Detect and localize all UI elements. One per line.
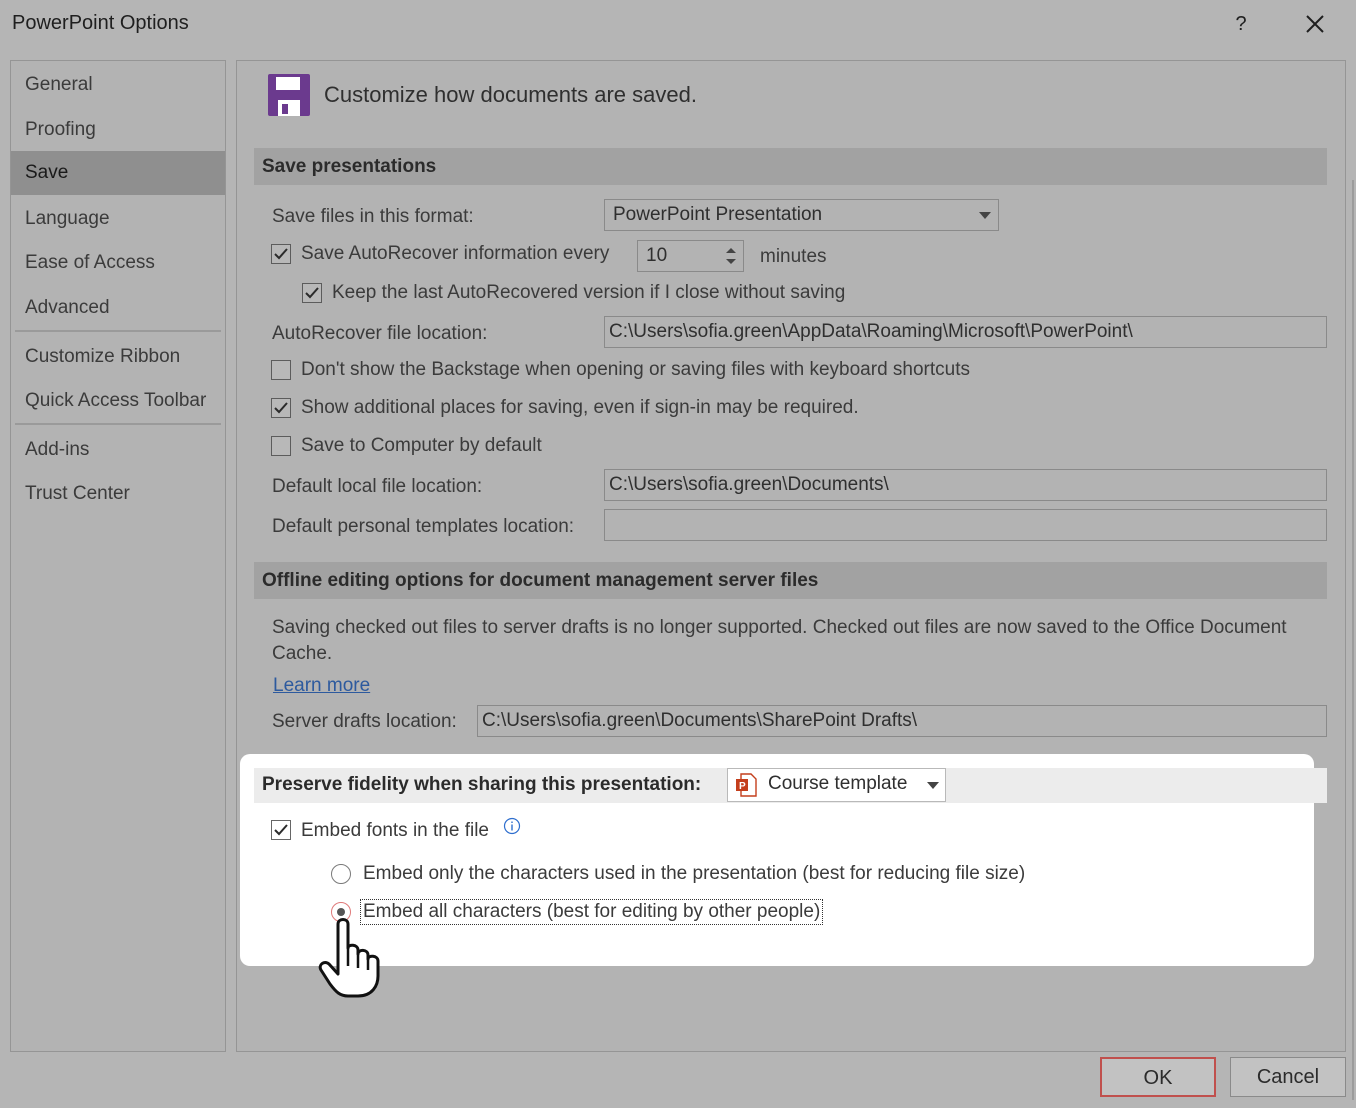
spinner-arrows-icon[interactable] bbox=[724, 244, 738, 268]
default-local-input[interactable]: C:\Users\sofia.green\Documents\ bbox=[604, 469, 1327, 501]
sidebar-divider bbox=[15, 330, 221, 332]
fidelity-presentation-value: Course template bbox=[768, 773, 908, 794]
svg-text:P: P bbox=[739, 781, 746, 792]
window-title: PowerPoint Options bbox=[12, 12, 189, 34]
learn-more-link[interactable]: Learn more bbox=[273, 675, 370, 697]
format-dropdown[interactable]: PowerPoint Presentation bbox=[604, 199, 999, 231]
title-bar bbox=[0, 0, 1356, 48]
section-save-presentations: Save presentations bbox=[254, 148, 1327, 185]
help-button[interactable]: ? bbox=[1228, 10, 1254, 38]
default-local-label: Default local file location: bbox=[272, 476, 483, 497]
templates-label: Default personal templates location: bbox=[272, 516, 575, 537]
section-offline-editing: Offline editing options for document man… bbox=[254, 562, 1327, 599]
sidebar-item-save[interactable]: Save bbox=[11, 151, 225, 195]
sidebar-item-language[interactable]: Language bbox=[11, 197, 225, 241]
save-to-computer-checkbox[interactable] bbox=[271, 436, 291, 456]
offline-description: Saving checked out files to server draft… bbox=[272, 617, 1287, 664]
checkmark-icon bbox=[274, 824, 288, 836]
keep-last-label: Keep the last AutoRecovered version if I… bbox=[332, 282, 846, 303]
embed-only-label: Embed only the characters used in the pr… bbox=[363, 863, 1026, 884]
hand-pointer-cursor-icon bbox=[318, 914, 384, 1005]
embed-all-label: Embed all characters (best for editing b… bbox=[360, 899, 824, 925]
ok-button[interactable]: OK bbox=[1100, 1057, 1216, 1097]
embed-only-radio[interactable] bbox=[331, 864, 351, 884]
checkmark-icon bbox=[274, 402, 288, 414]
fidelity-section-title: Preserve fidelity when sharing this pres… bbox=[262, 774, 702, 795]
sidebar-item-proofing[interactable]: Proofing bbox=[11, 108, 225, 152]
info-icon[interactable] bbox=[503, 817, 521, 840]
chevron-down-icon bbox=[979, 212, 991, 219]
embed-fonts-label: Embed fonts in the file bbox=[301, 820, 489, 841]
keep-last-checkbox[interactable] bbox=[302, 283, 322, 303]
page-heading: Customize how documents are saved. bbox=[324, 82, 697, 107]
fidelity-presentation-dropdown[interactable]: P Course template bbox=[727, 768, 946, 802]
additional-places-checkbox[interactable] bbox=[271, 398, 291, 418]
additional-places-label: Show additional places for saving, even … bbox=[301, 397, 859, 418]
sidebar-divider bbox=[15, 423, 221, 425]
chevron-down-icon bbox=[927, 782, 939, 789]
scrollbar-edge bbox=[1352, 180, 1354, 1100]
checkmark-icon bbox=[274, 248, 288, 260]
powerpoint-file-icon: P bbox=[736, 773, 757, 797]
sidebar-item-general[interactable]: General bbox=[11, 63, 225, 107]
close-icon bbox=[1306, 15, 1324, 33]
cancel-button[interactable]: Cancel bbox=[1230, 1057, 1346, 1097]
checkmark-icon bbox=[305, 287, 319, 299]
autorecover-location-label: AutoRecover file location: bbox=[272, 323, 488, 344]
embed-fonts-checkbox[interactable] bbox=[271, 820, 291, 840]
close-button[interactable] bbox=[1300, 10, 1330, 38]
autorecover-checkbox[interactable] bbox=[271, 244, 291, 264]
sidebar: General Proofing Save Language Ease of A… bbox=[10, 60, 226, 1052]
format-label: Save files in this format: bbox=[272, 206, 474, 227]
format-value: PowerPoint Presentation bbox=[613, 204, 823, 225]
sidebar-item-customize-ribbon[interactable]: Customize Ribbon bbox=[11, 335, 225, 379]
backstage-checkbox[interactable] bbox=[271, 360, 291, 380]
server-drafts-input[interactable]: C:\Users\sofia.green\Documents\SharePoin… bbox=[477, 705, 1327, 737]
autorecover-label: Save AutoRecover information every bbox=[301, 243, 610, 264]
server-drafts-label: Server drafts location: bbox=[272, 711, 457, 732]
floppy-disk-icon bbox=[268, 74, 310, 116]
templates-input[interactable] bbox=[604, 509, 1327, 541]
backstage-label: Don't show the Backstage when opening or… bbox=[301, 359, 970, 380]
minutes-label: minutes bbox=[760, 246, 827, 267]
autorecover-minutes-value: 10 bbox=[646, 245, 668, 266]
autorecover-minutes-spinner[interactable]: 10 bbox=[637, 240, 744, 272]
sidebar-item-trust-center[interactable]: Trust Center bbox=[11, 472, 225, 516]
sidebar-item-ease-of-access[interactable]: Ease of Access bbox=[11, 241, 225, 285]
sidebar-item-quick-access-toolbar[interactable]: Quick Access Toolbar bbox=[11, 379, 225, 423]
autorecover-location-input[interactable]: C:\Users\sofia.green\AppData\Roaming\Mic… bbox=[604, 316, 1327, 348]
sidebar-item-add-ins[interactable]: Add-ins bbox=[11, 428, 225, 472]
sidebar-item-advanced[interactable]: Advanced bbox=[11, 286, 225, 330]
save-to-computer-label: Save to Computer by default bbox=[301, 435, 542, 456]
